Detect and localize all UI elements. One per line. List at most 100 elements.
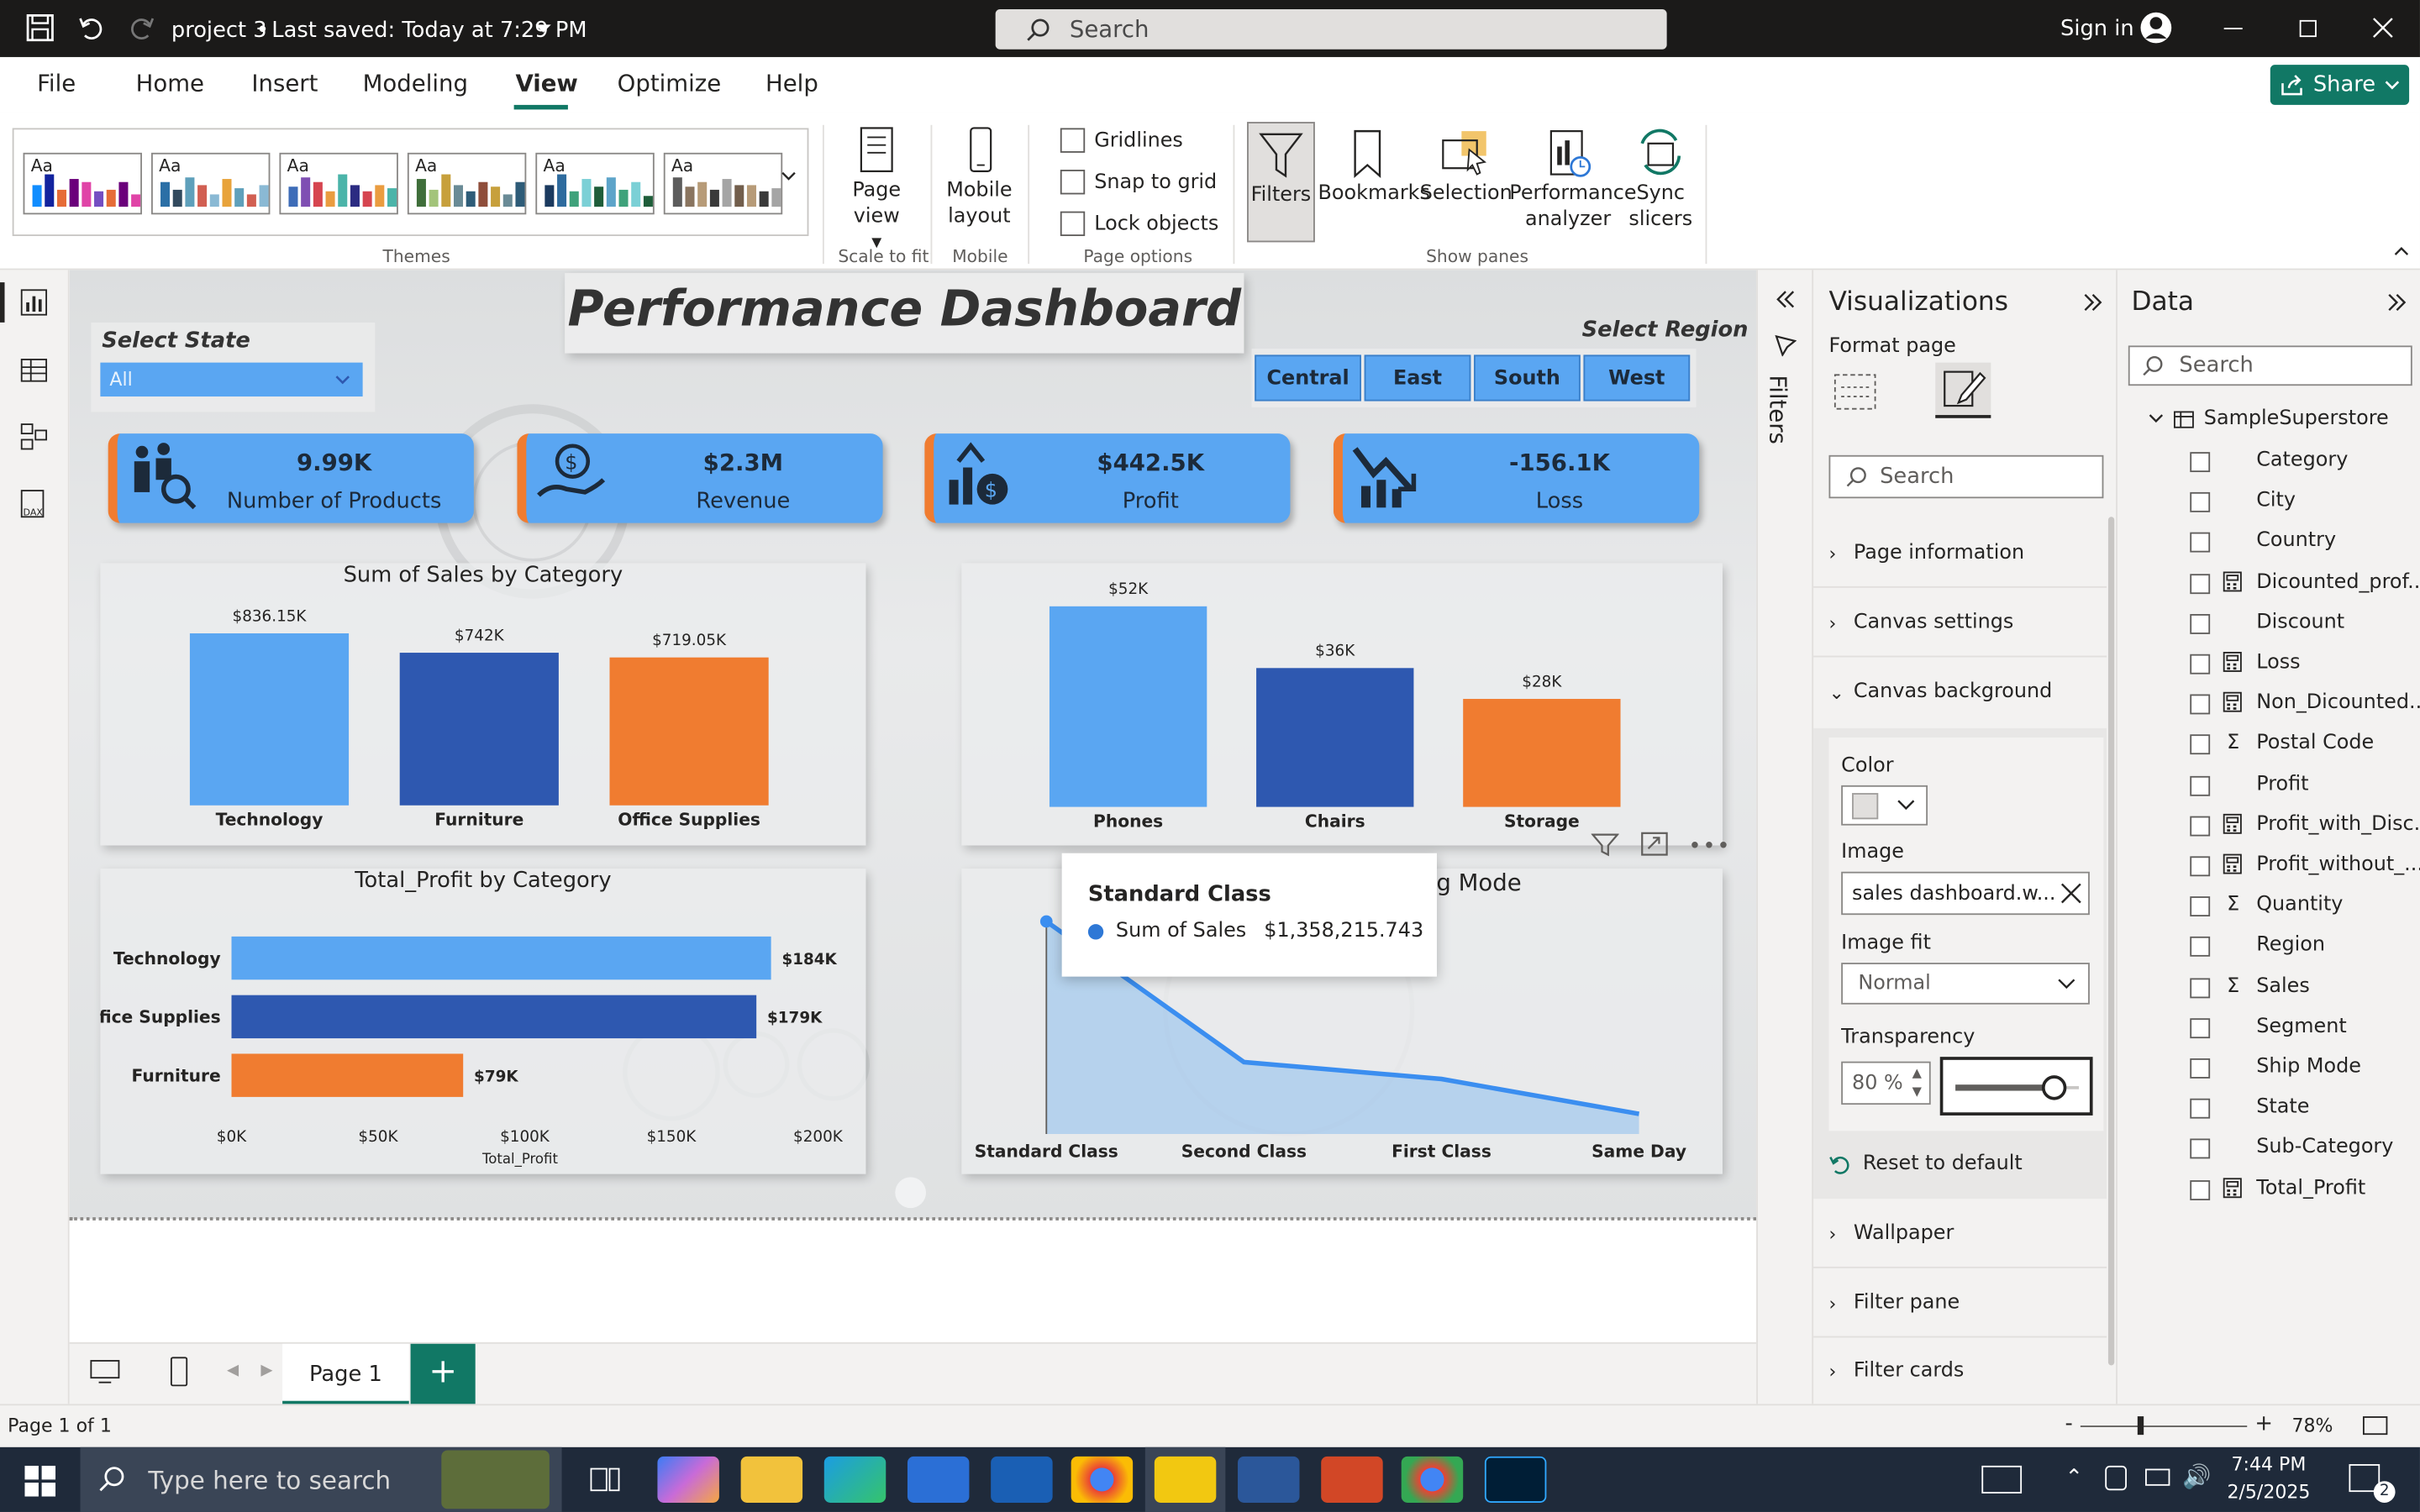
field-checkbox[interactable] [2190,492,2211,513]
account-icon[interactable] [2139,11,2173,45]
menu-insert[interactable]: Insert [251,70,318,97]
lock-objects-checkbox[interactable]: Lock objects [1060,211,1218,237]
bar-furniture[interactable] [399,653,559,806]
profit-by-category-chart[interactable]: Total_Profit by Category $0K $50K $100K $15… [100,869,866,1174]
transparency-input[interactable]: 80 % ▲ ▼ [1841,1061,1931,1105]
clock-date[interactable]: 2/5/2025 [2221,1481,2317,1503]
themes-expand-icon[interactable] [781,171,805,196]
field-checkbox[interactable] [2190,1179,2211,1200]
more-options-icon[interactable]: ••• [1688,835,1731,859]
field-checkbox[interactable] [2190,573,2211,594]
edge-icon[interactable] [823,1456,886,1503]
minimize-icon[interactable] [2223,28,2243,29]
menu-modeling[interactable]: Modeling [363,70,468,97]
zoom-thumb[interactable] [2137,1416,2144,1436]
menu-home[interactable]: Home [136,70,204,97]
field-checkbox[interactable] [2190,1017,2211,1038]
theme-option-2[interactable]: Aa [150,152,271,215]
mail-icon[interactable] [991,1456,1053,1503]
sales-by-subcategory-chart[interactable]: $52K Phones $36K Chairs $28K Storage [961,563,1723,846]
build-visual-icon[interactable] [1832,369,1878,415]
field-checkbox[interactable] [2190,694,2211,715]
collapse-viz-icon[interactable] [2082,291,2104,313]
share-button[interactable]: Share [2270,65,2410,105]
battery-icon[interactable] [2145,1468,2170,1486]
theme-option-4[interactable]: Aa [407,152,527,215]
color-picker[interactable] [1841,785,1928,826]
theme-option-1[interactable]: Aa [23,152,142,215]
word-icon[interactable] [1238,1456,1300,1503]
dax-query-icon[interactable]: DAX [18,489,50,520]
bar-technology[interactable] [189,633,350,806]
sync-slicers-button[interactable]: Sync slicers [1627,125,1695,234]
menu-file[interactable]: File [37,70,76,97]
sign-in-link[interactable]: Sign in [2060,17,2134,41]
menu-optimize[interactable]: Optimize [618,70,722,97]
restore-icon[interactable] [2299,19,2317,38]
field-checkbox[interactable] [2190,1058,2211,1079]
undo-icon[interactable] [77,14,105,42]
image-input[interactable]: sales dashboard.w... [1841,871,2090,916]
store-icon[interactable] [907,1456,970,1503]
theme-option-3[interactable]: Aa [279,152,398,215]
region-button-central[interactable]: Central [1255,354,1361,402]
powerpoint-icon[interactable] [1321,1456,1383,1503]
selection-pane-button[interactable]: Selection [1420,128,1512,207]
page-view-button[interactable]: Page view ▾ [846,125,908,256]
next-page-icon[interactable]: ▶ [260,1362,272,1379]
filter-pane-section[interactable]: › Filter pane [1828,1291,1960,1315]
bar-chairs[interactable] [1256,668,1414,807]
reset-to-default-button[interactable]: Reset to default [1828,1152,2023,1176]
field-checkbox[interactable] [2190,533,2211,554]
spin-down-icon[interactable]: ▼ [1912,1084,1922,1099]
search-input[interactable]: Search [995,9,1667,50]
point-standard-class[interactable] [1039,915,1053,928]
field-checkbox[interactable] [2190,775,2211,795]
task-view-icon[interactable] [574,1457,635,1503]
field-checkbox[interactable] [2190,977,2211,998]
collapse-ribbon-icon[interactable] [2394,245,2409,256]
gridlines-checkbox[interactable]: Gridlines [1060,128,1183,153]
bar-storage[interactable] [1463,699,1621,807]
image-fit-dropdown[interactable]: Normal [1841,963,2090,1005]
field-checkbox[interactable] [2190,816,2211,837]
state-dropdown[interactable]: All [100,362,363,397]
canvas-background-section[interactable]: ⌄ Canvas background [1828,680,2052,704]
page-information-section[interactable]: › Page information [1828,542,2024,565]
field-checkbox[interactable] [2190,937,2211,958]
field-checkbox[interactable] [2190,613,2211,634]
close-icon[interactable] [2372,17,2394,39]
spin-up-icon[interactable]: ▲ [1912,1066,1922,1080]
field-checkbox[interactable] [2190,856,2211,877]
webcam-icon[interactable] [2105,1465,2127,1491]
prev-page-icon[interactable]: ◀ [227,1362,239,1379]
power-bi-icon[interactable] [1154,1456,1217,1503]
clock-time[interactable]: 7:44 PM [2221,1453,2317,1475]
zoom-in-button[interactable]: + [2254,1412,2273,1436]
volume-icon[interactable]: 🔊 [2182,1462,2211,1490]
field-checkbox[interactable] [2190,1139,2211,1160]
field-checkbox[interactable] [2190,452,2211,473]
add-page-button[interactable]: + [410,1343,476,1406]
menu-help[interactable]: Help [765,70,818,97]
viz-scrollbar[interactable] [2107,517,2115,1366]
slider-thumb[interactable] [2041,1075,2067,1100]
filter-cards-section[interactable]: › Filter cards [1828,1359,1964,1383]
field-checkbox[interactable] [2190,896,2211,917]
theme-option-6[interactable]: Aa [663,152,783,215]
viz-search-input[interactable]: Search [1828,454,2104,499]
expand-filters-icon[interactable] [1775,288,1797,310]
collapse-data-icon[interactable] [2386,291,2408,313]
data-search-input[interactable]: Search [2128,345,2412,386]
hbar-furniture[interactable] [231,1053,464,1097]
performance-analyzer-button[interactable]: Performance analyzer [1509,128,1637,233]
hbar-technology[interactable] [231,936,771,980]
model-view-icon[interactable] [20,423,48,450]
wallpaper-section[interactable]: › Wallpaper [1828,1222,1954,1246]
bar-office-supplies[interactable] [609,657,769,806]
windows-start-icon[interactable] [24,1465,56,1497]
copilot-icon[interactable] [657,1456,719,1503]
table-view-icon[interactable] [20,356,48,384]
photoshop-icon[interactable] [1484,1456,1547,1503]
field-checkbox[interactable] [2190,654,2211,675]
